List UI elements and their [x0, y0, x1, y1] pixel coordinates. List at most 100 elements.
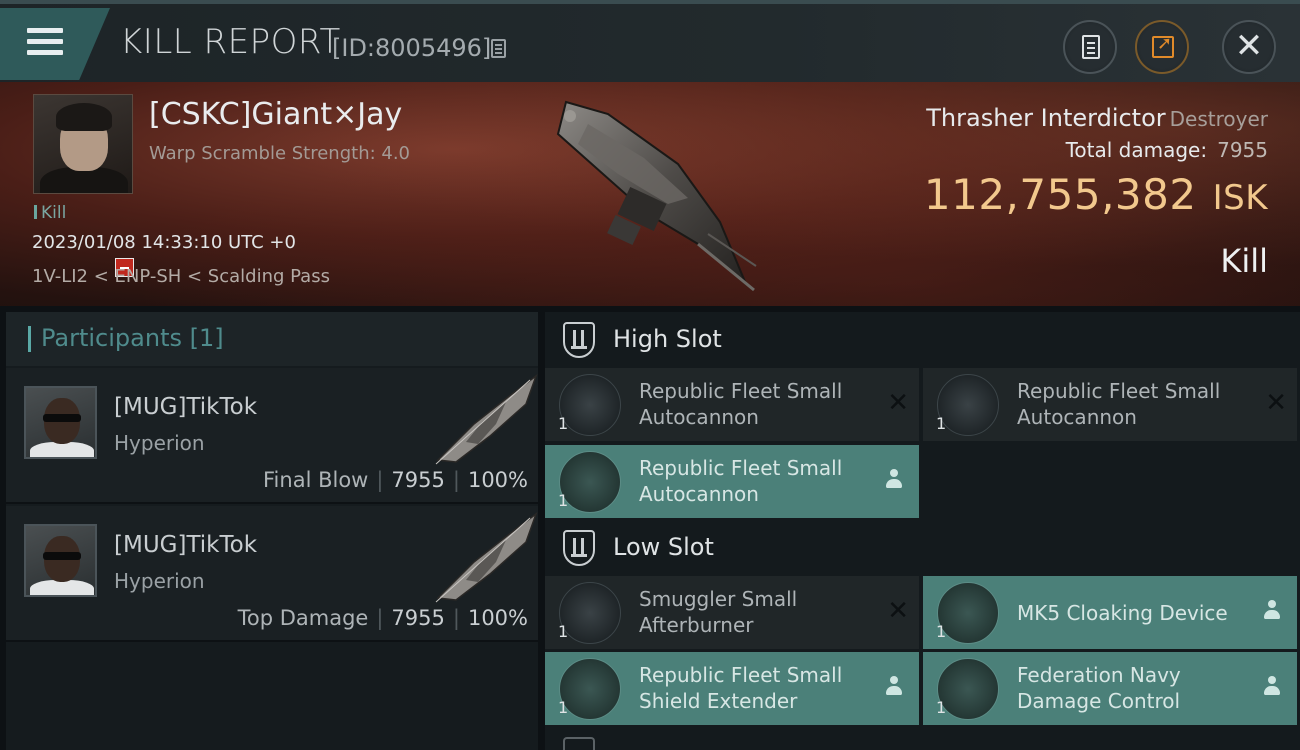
page-title: KILL REPORT	[120, 22, 341, 62]
warp-scramble-strength: Warp Scramble Strength: 4.0	[149, 143, 411, 164]
participant-avatar[interactable]	[24, 386, 97, 459]
copy-icon[interactable]	[491, 39, 506, 58]
high-slot-title: High Slot	[613, 325, 722, 353]
share-button[interactable]	[1135, 20, 1189, 74]
ship-name-text: Thrasher Interdictor	[926, 104, 1166, 132]
module-item[interactable]: 1 Federation Navy Damage Control	[923, 652, 1297, 725]
high-slot-header: High Slot	[545, 312, 1300, 368]
participant-name: [MUG]TikTok	[114, 394, 258, 420]
dropped-person-icon	[1263, 600, 1281, 622]
menu-button[interactable]	[0, 8, 110, 80]
module-name: MK5 Cloaking Device	[1017, 601, 1228, 625]
module-name: Republic Fleet Small Autocannon	[1017, 378, 1257, 430]
total-damage: Total damage: 7955	[1066, 138, 1268, 162]
module-item[interactable]: 1 Republic Fleet Small Autocannon	[545, 445, 919, 518]
module-name: Republic Fleet Small Autocannon	[639, 378, 879, 430]
participant-role: Top Damage	[237, 606, 369, 630]
participant-role: Final Blow	[263, 468, 369, 492]
participant-damage: 7955	[391, 468, 445, 492]
victim-ship-name[interactable]: Thrasher Interdictor Destroyer	[926, 104, 1268, 132]
autocannon-icon	[937, 374, 999, 436]
high-slot-icon	[563, 322, 595, 358]
module-name-line1: Republic Fleet Small	[639, 456, 843, 480]
dropped-person-icon	[1263, 676, 1281, 698]
module-qty: 1	[936, 414, 947, 433]
participant-ship-image	[435, 373, 538, 465]
participant-ship: Hyperion	[114, 431, 205, 455]
clipboard-button[interactable]	[1063, 20, 1117, 74]
module-name: Republic Fleet Small Autocannon	[639, 455, 879, 507]
module-name-line2: Autocannon	[1017, 405, 1137, 429]
module-qty: 1	[936, 622, 947, 641]
module-item[interactable]: 1 MK5 Cloaking Device	[923, 576, 1297, 649]
module-item[interactable]: 1 Smuggler Small Afterburner ✕	[545, 576, 919, 649]
module-name-line2: Autocannon	[639, 405, 759, 429]
participant-stats: Final Blow | 7955 | 100%	[263, 468, 528, 492]
ship-class: Destroyer	[1169, 107, 1268, 131]
victim-avatar[interactable]	[33, 94, 133, 194]
low-slot-title: Low Slot	[613, 533, 714, 561]
fittings-panel: High Slot 1 Republic Fleet Small Autocann…	[545, 312, 1300, 750]
participant-percent: 100%	[467, 468, 528, 492]
module-name-line1: Federation Navy	[1017, 663, 1181, 687]
destroyed-icon: ✕	[887, 596, 909, 626]
module-name-line2: Shield Extender	[639, 689, 798, 713]
autocannon-icon	[559, 374, 621, 436]
module-item[interactable]: 1 Republic Fleet Small Autocannon ✕	[923, 368, 1297, 441]
module-name-line2: Autocannon	[639, 482, 759, 506]
victim-banner: [CSKC]Giant×Jay Warp Scramble Strength: …	[0, 82, 1300, 306]
kill-result: Kill	[1220, 242, 1268, 280]
participant-percent: 100%	[467, 606, 528, 630]
module-name-line2: Damage Control	[1017, 689, 1181, 713]
clipboard-icon	[1082, 35, 1100, 59]
module-qty: 1	[558, 698, 569, 717]
participant-stats: Top Damage | 7955 | 100%	[237, 606, 528, 630]
participant-avatar[interactable]	[24, 524, 97, 597]
victim-ship-image	[556, 100, 757, 292]
isk-value: 112,755,382 ISK	[924, 170, 1268, 219]
participants-header[interactable]: Participants [1]	[6, 312, 538, 366]
module-name: Republic Fleet Small Shield Extender	[639, 662, 879, 714]
isk-unit: ISK	[1212, 178, 1268, 218]
report-id: [ID:8005496]	[332, 34, 492, 62]
module-name-line1: Republic Fleet Small	[639, 663, 843, 687]
module-qty: 1	[558, 622, 569, 641]
dropped-person-icon	[885, 469, 903, 491]
mid-slot-icon	[563, 737, 595, 750]
low-slot-icon	[563, 530, 595, 566]
damage-control-icon	[937, 658, 999, 720]
participant-row[interactable]: [MUG]TikTok Hyperion Top Damage | 7955 | 100…	[6, 506, 538, 642]
module-name-line2: Afterburner	[639, 613, 754, 637]
close-button[interactable]: ✕	[1222, 20, 1276, 74]
destroyed-icon: ✕	[1265, 388, 1287, 418]
participant-name: [MUG]TikTok	[114, 532, 258, 558]
close-icon: ✕	[1234, 26, 1264, 66]
isk-amount: 112,755,382	[923, 170, 1197, 219]
participants-label: Participants [1]	[41, 324, 224, 352]
module-qty: 1	[936, 698, 947, 717]
module-item[interactable]: 1 Republic Fleet Small Autocannon ✕	[545, 368, 919, 441]
module-name: Smuggler Small Afterburner	[639, 586, 879, 638]
low-slot-header: Low Slot	[545, 520, 1300, 576]
participant-ship-image	[435, 511, 538, 603]
module-item[interactable]: 1 Republic Fleet Small Shield Extender	[545, 652, 919, 725]
victim-name[interactable]: [CSKC]Giant×Jay	[149, 97, 402, 132]
autocannon-icon	[559, 451, 621, 513]
total-damage-label: Total damage:	[1065, 138, 1208, 162]
hamburger-icon	[27, 28, 63, 58]
afterburner-icon	[559, 582, 621, 644]
top-bar: KILL REPORT [ID:8005496] ✕	[0, 0, 1300, 82]
kill-tag: Kill	[34, 203, 66, 223]
dropped-person-icon	[885, 676, 903, 698]
total-damage-value: 7955	[1217, 138, 1268, 162]
participant-damage: 7955	[391, 606, 445, 630]
participant-row[interactable]: [MUG]TikTok Hyperion Final Blow | 7955 | 100…	[6, 368, 538, 504]
participant-ship: Hyperion	[114, 569, 205, 593]
kill-location: 1V-LI2 < ENP-SH < Scalding Pass	[32, 266, 330, 287]
kill-timestamp: 2023/01/08 14:33:10 UTC +0	[32, 232, 296, 253]
module-name: Federation Navy Damage Control	[1017, 662, 1257, 714]
participants-panel: Participants [1] [MUG]TikTok Hyperion Fi…	[6, 312, 538, 750]
module-name-line1: Republic Fleet Small	[639, 379, 843, 403]
module-name-line1: Smuggler Small	[639, 587, 798, 611]
cloaking-device-icon	[937, 582, 999, 644]
